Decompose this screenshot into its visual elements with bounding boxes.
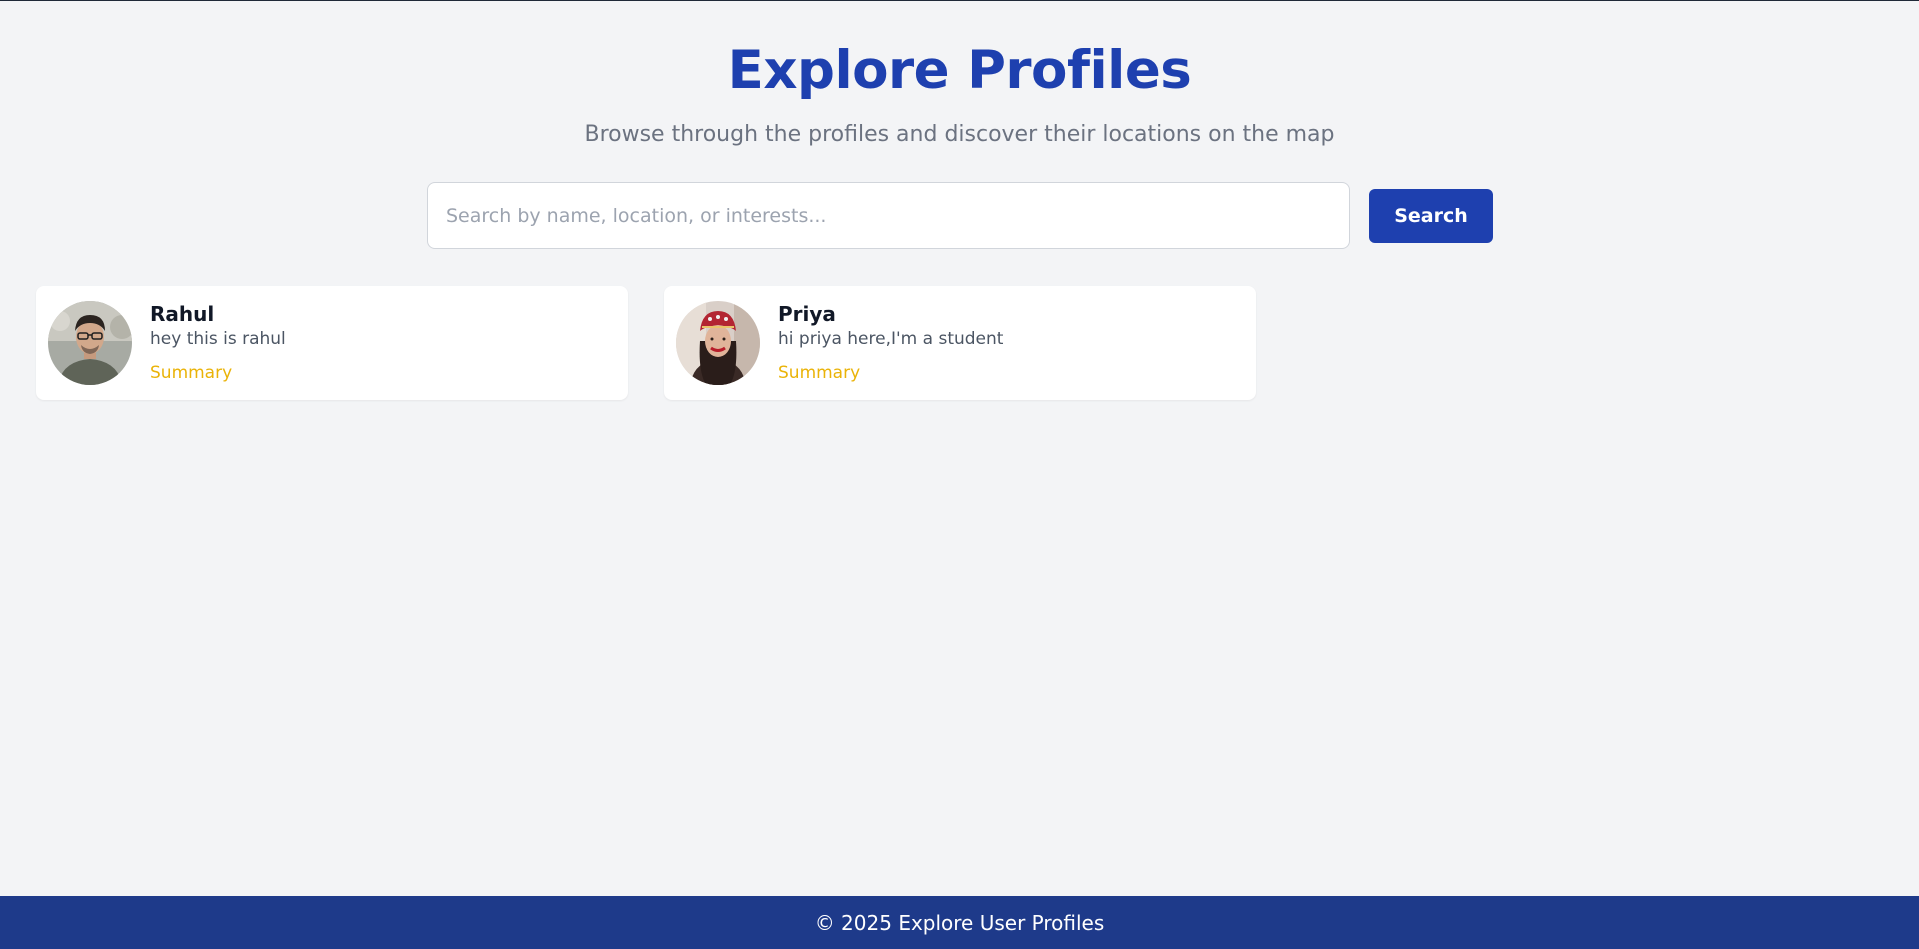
summary-link[interactable]: Summary <box>150 362 286 384</box>
avatar <box>676 301 760 385</box>
profile-card[interactable]: Priya hi priya here,I'm a student Summar… <box>664 286 1256 400</box>
search-button[interactable]: Search <box>1369 189 1493 243</box>
footer-text: © 2025 Explore User Profiles <box>814 910 1105 935</box>
header: Explore Profiles Browse through the prof… <box>0 1 1919 149</box>
profile-bio: hey this is rahul <box>150 328 286 349</box>
profile-list: Rahul hey this is rahul Summary Priya hi… <box>36 286 1256 400</box>
page: Explore Profiles Browse through the prof… <box>0 1 1919 896</box>
profile-card-body: Rahul hey this is rahul Summary <box>150 301 286 384</box>
profile-card[interactable]: Rahul hey this is rahul Summary <box>36 286 628 400</box>
page-title: Explore Profiles <box>727 40 1192 101</box>
search-input[interactable] <box>427 182 1350 249</box>
user-photo-icon <box>48 301 132 385</box>
footer: © 2025 Explore User Profiles <box>0 896 1919 949</box>
profile-name: Priya <box>778 301 836 326</box>
avatar <box>48 301 132 385</box>
search-bar: Search <box>427 182 1494 249</box>
profile-bio: hi priya here,I'm a student <box>778 328 1004 349</box>
user-photo-icon <box>676 301 760 385</box>
profile-card-body: Priya hi priya here,I'm a student Summar… <box>778 301 1004 384</box>
page-subtitle: Browse through the profiles and discover… <box>584 122 1335 147</box>
profile-name: Rahul <box>150 301 215 326</box>
summary-link[interactable]: Summary <box>778 362 1003 384</box>
